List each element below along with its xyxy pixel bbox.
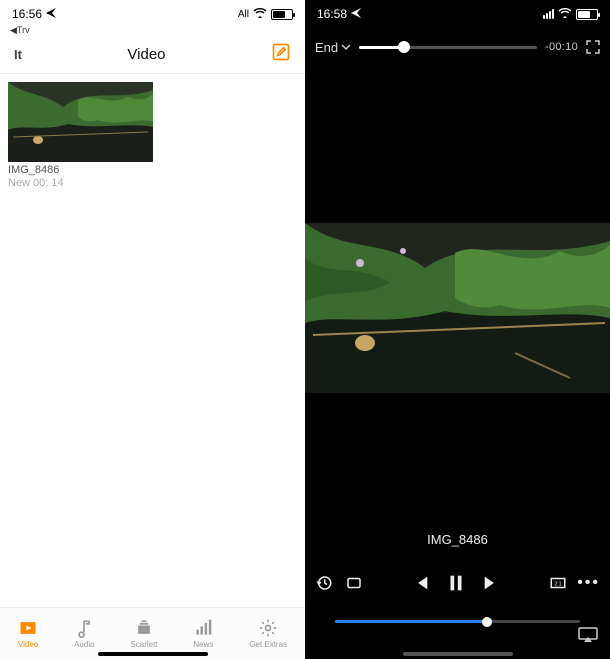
player-controls: 2:1 ••• [305,559,610,607]
tab-audio[interactable]: Audio [74,618,94,649]
tab-video[interactable]: Video [18,618,38,649]
next-button[interactable] [481,572,503,594]
page-title: Video [127,46,165,63]
status-time: 16:56 [12,7,42,21]
network-label: All [238,9,249,20]
player-pane: 16:58 End -00:10 [305,0,610,659]
video-title: IMG_8486 [305,532,610,547]
chevron-down-icon [341,42,351,52]
home-indicator[interactable] [403,652,513,656]
tab-label: Scarlett [130,640,157,649]
svg-text:2:1: 2:1 [555,581,562,587]
back-app-hint[interactable]: ◀Trv [0,25,305,36]
fit-mode-label: End [315,40,338,55]
battery-icon [271,9,293,20]
cell-signal-icon [543,9,554,19]
video-thumbnail[interactable] [8,82,153,162]
location-icon [46,7,56,21]
more-icon[interactable]: ••• [577,574,600,592]
tab-label: Get Extras [249,640,287,649]
previous-button[interactable] [409,572,431,594]
video-filename: IMG_8486 [8,164,297,176]
player-top-bar: End -00:10 [305,28,610,66]
library-pane: 16:56 All ◀Trv It Video [0,0,305,659]
location-icon [351,7,361,21]
tab-label: Audio [74,640,94,649]
time-remaining: -00:10 [545,41,578,53]
video-frame [305,223,610,393]
wifi-icon [558,7,572,21]
wifi-icon [253,7,267,21]
home-indicator[interactable] [98,652,208,656]
repeat-icon[interactable] [345,574,363,592]
aspect-icon[interactable]: 2:1 [549,574,567,592]
tab-settings[interactable]: Get Extras [249,618,287,649]
volume-slider[interactable] [359,46,537,49]
tab-playlists[interactable]: Scarlett [130,618,157,649]
tab-label: News [193,640,213,649]
status-time: 16:58 [317,7,347,21]
battery-icon [576,9,598,20]
history-icon[interactable] [315,574,333,592]
video-meta: New 00: 14 [8,177,297,189]
status-bar: 16:56 All [0,0,305,28]
status-bar: 16:58 [305,0,610,28]
fullscreen-icon[interactable] [586,40,600,54]
pause-button[interactable] [445,572,467,594]
header-left-button[interactable]: It [14,47,22,62]
tab-label: Video [18,640,38,649]
tab-network[interactable]: News [193,618,213,649]
seek-slider[interactable] [335,620,580,623]
library-header: It Video [0,36,305,74]
airplay-icon[interactable] [578,627,598,643]
video-stage[interactable] [305,66,610,549]
fit-mode-button[interactable]: End [315,40,351,55]
library-body: IMG_8486 New 00: 14 [0,74,305,197]
edit-icon[interactable] [271,42,291,67]
